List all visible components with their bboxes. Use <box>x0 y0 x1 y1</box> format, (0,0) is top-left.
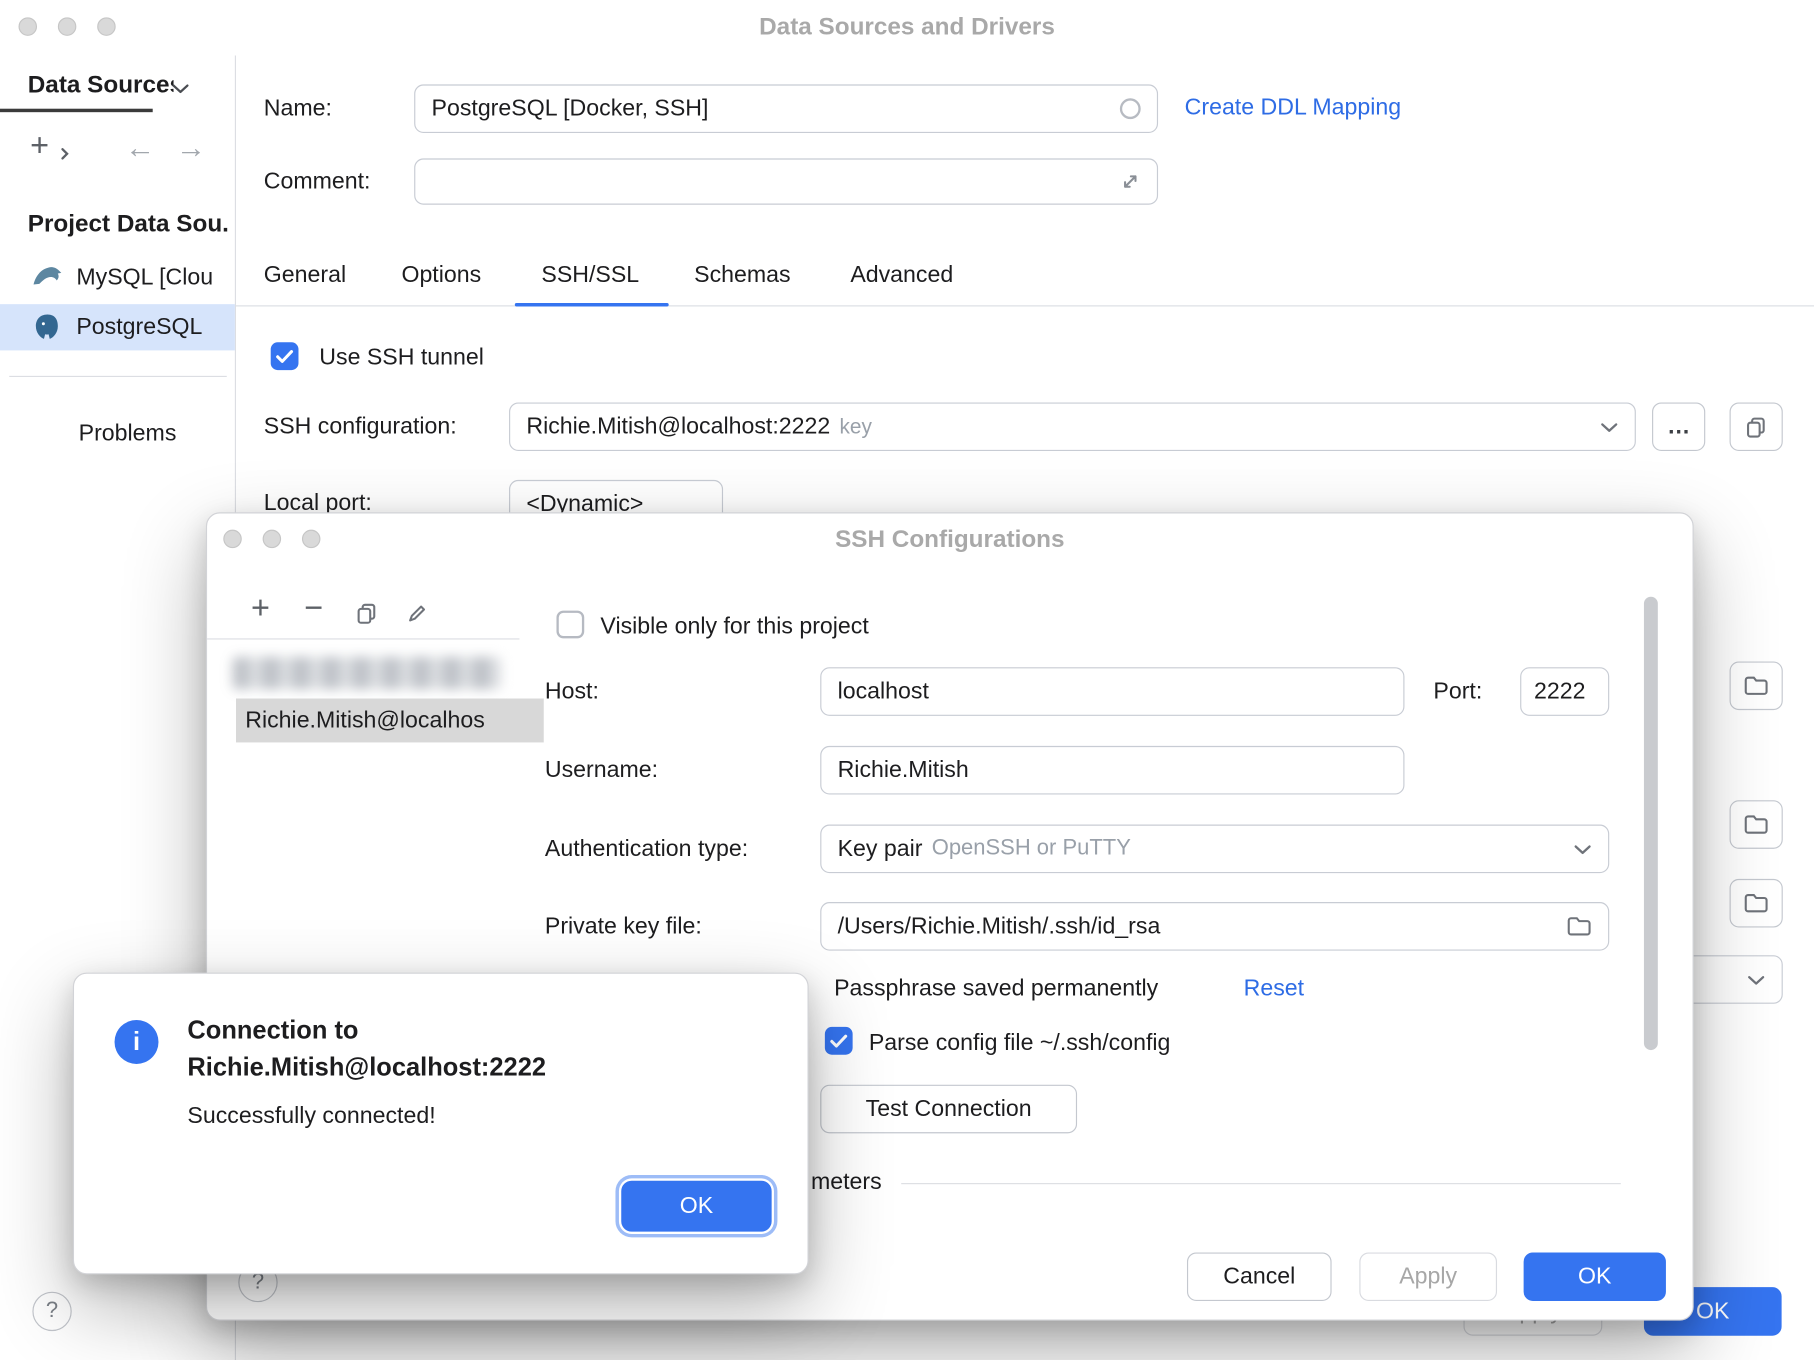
auth-type-label: Authentication type: <box>545 836 748 863</box>
list-item-label: Richie.Mitish@localhos <box>245 707 485 734</box>
postgres-icon <box>32 312 62 342</box>
private-key-label: Private key file: <box>545 914 702 941</box>
private-key-value: /Users/Richie.Mitish/.ssh/id_rsa <box>838 913 1558 940</box>
test-connection-button[interactable]: Test Connection <box>820 1085 1077 1134</box>
sidebar-item-label: PostgreSQL <box>76 315 202 342</box>
add-data-source-button[interactable]: + <box>30 127 49 164</box>
tab-options[interactable]: Options <box>401 263 481 290</box>
duplicate-configuration-button[interactable] <box>355 601 378 624</box>
edit-pencil-icon <box>406 601 429 624</box>
copy-icon <box>355 601 378 624</box>
remove-configuration-button[interactable]: − <box>304 590 323 627</box>
parse-config-label: Parse config file ~/.ssh/config <box>869 1030 1171 1057</box>
project-data-sources-header: Project Data Sou. <box>28 210 232 238</box>
private-key-input[interactable]: /Users/Richie.Mitish/.ssh/id_rsa <box>820 902 1609 951</box>
parse-config-checkbox[interactable] <box>825 1027 853 1055</box>
folder-icon <box>1743 814 1768 835</box>
host-value: localhost <box>838 678 929 705</box>
name-value: PostgreSQL [Docker, SSH] <box>432 95 1111 122</box>
notification-title-line1: Connection to <box>187 1015 358 1045</box>
name-label: Name: <box>264 96 332 123</box>
mysql-icon <box>32 264 62 289</box>
reset-passphrase-link[interactable]: Reset <box>1244 976 1304 1003</box>
ok-button[interactable]: OK <box>1524 1252 1666 1301</box>
add-configuration-button[interactable]: + <box>251 590 270 627</box>
tabs-divider <box>235 305 1814 306</box>
port-label: Port: <box>1433 679 1482 706</box>
visible-only-label: Visible only for this project <box>600 614 868 641</box>
folder-button[interactable] <box>1730 661 1783 710</box>
host-label: Host: <box>545 679 599 706</box>
chevron-down-icon <box>1600 422 1619 432</box>
chevron-down-icon <box>1747 974 1766 984</box>
toolbar-divider <box>207 638 519 639</box>
name-input[interactable]: PostgreSQL [Docker, SSH] <box>414 84 1158 133</box>
chevron-right-icon <box>60 147 69 161</box>
chevron-down-icon <box>1573 844 1592 854</box>
notification-message: Successfully connected! <box>187 1103 435 1130</box>
list-item-selected[interactable]: Richie.Mitish@localhos <box>236 699 544 743</box>
ssh-configuration-value: Richie.Mitish@localhost:2222 <box>526 413 830 440</box>
comment-label: Comment: <box>264 169 371 196</box>
active-tab-underline <box>515 303 669 306</box>
ssh-configuration-hint: key <box>840 415 1591 439</box>
back-button[interactable]: ← <box>125 130 155 166</box>
sidebar-item-label: MySQL [Clou <box>76 265 231 292</box>
passphrase-status-text: Passphrase saved permanently <box>834 976 1158 1003</box>
status-circle-icon <box>1120 98 1141 119</box>
sidebar-header[interactable]: Data Sources <box>28 72 174 100</box>
sidebar-item-mysql[interactable]: MySQL [Clou <box>0 254 235 300</box>
folder-icon[interactable] <box>1566 916 1591 937</box>
use-ssh-tunnel-checkbox[interactable] <box>271 342 299 370</box>
auth-type-value: Key pair <box>838 836 923 863</box>
ssh-configuration-label: SSH configuration: <box>264 414 457 441</box>
forward-button[interactable]: → <box>176 130 206 166</box>
ssh-configuration-combobox[interactable]: Richie.Mitish@localhost:2222 key <box>509 402 1636 451</box>
port-input[interactable]: 2222 <box>1520 667 1609 716</box>
visible-only-checkbox[interactable] <box>556 611 584 639</box>
cancel-button[interactable]: Cancel <box>1187 1252 1332 1301</box>
connection-success-notification: i Connection to Richie.Mitish@localhost:… <box>73 973 809 1275</box>
sidebar-header-underline <box>0 109 153 112</box>
help-button[interactable]: ? <box>32 1292 71 1331</box>
sidebar-divider <box>9 376 226 377</box>
dialog-title: SSH Configurations <box>207 526 1692 554</box>
sidebar-item-postgresql[interactable]: PostgreSQL <box>0 304 235 350</box>
username-input[interactable]: Richie.Mitish <box>820 746 1404 795</box>
tab-general[interactable]: General <box>264 263 346 290</box>
notification-title-line2: Richie.Mitish@localhost:2222 <box>187 1052 546 1082</box>
tab-schemas[interactable]: Schemas <box>694 263 790 290</box>
folder-button[interactable] <box>1730 879 1783 928</box>
edit-configuration-button[interactable] <box>406 601 429 624</box>
username-value: Richie.Mitish <box>838 757 969 784</box>
info-icon: i <box>115 1020 159 1064</box>
notification-ok-button[interactable]: OK <box>621 1181 771 1232</box>
window-title: Data Sources and Drivers <box>0 14 1814 42</box>
folder-icon <box>1743 675 1768 696</box>
expand-arrows-icon[interactable] <box>1120 171 1141 192</box>
scrollbar-thumb[interactable] <box>1644 597 1658 1050</box>
folder-button[interactable] <box>1730 800 1783 849</box>
sidebar-item-problems[interactable]: Problems <box>79 421 177 448</box>
port-value: 2222 <box>1534 678 1585 705</box>
screen: Data Sources and Drivers Data Sources + … <box>0 0 1814 1360</box>
copy-icon <box>1745 415 1768 438</box>
apply-button[interactable]: Apply <box>1359 1252 1497 1301</box>
comment-input[interactable] <box>414 158 1158 204</box>
create-ddl-mapping-link[interactable]: Create DDL Mapping <box>1185 95 1402 122</box>
username-label: Username: <box>545 757 658 784</box>
list-item-redacted[interactable] <box>233 657 501 689</box>
section-header-partial: meters <box>811 1169 882 1196</box>
auth-type-hint: OpenSSH or PuTTY <box>932 836 1564 861</box>
copy-config-button[interactable] <box>1730 402 1783 451</box>
more-options-button[interactable]: … <box>1652 402 1705 451</box>
tab-ssh-ssl[interactable]: SSH/SSL <box>541 263 639 290</box>
tab-advanced[interactable]: Advanced <box>850 263 953 290</box>
section-rule <box>901 1183 1621 1184</box>
auth-type-combobox[interactable]: Key pair OpenSSH or PuTTY <box>820 825 1609 874</box>
chevron-down-icon[interactable] <box>171 83 190 93</box>
host-input[interactable]: localhost <box>820 667 1404 716</box>
use-ssh-tunnel-label: Use SSH tunnel <box>319 345 484 372</box>
folder-icon <box>1743 893 1768 914</box>
